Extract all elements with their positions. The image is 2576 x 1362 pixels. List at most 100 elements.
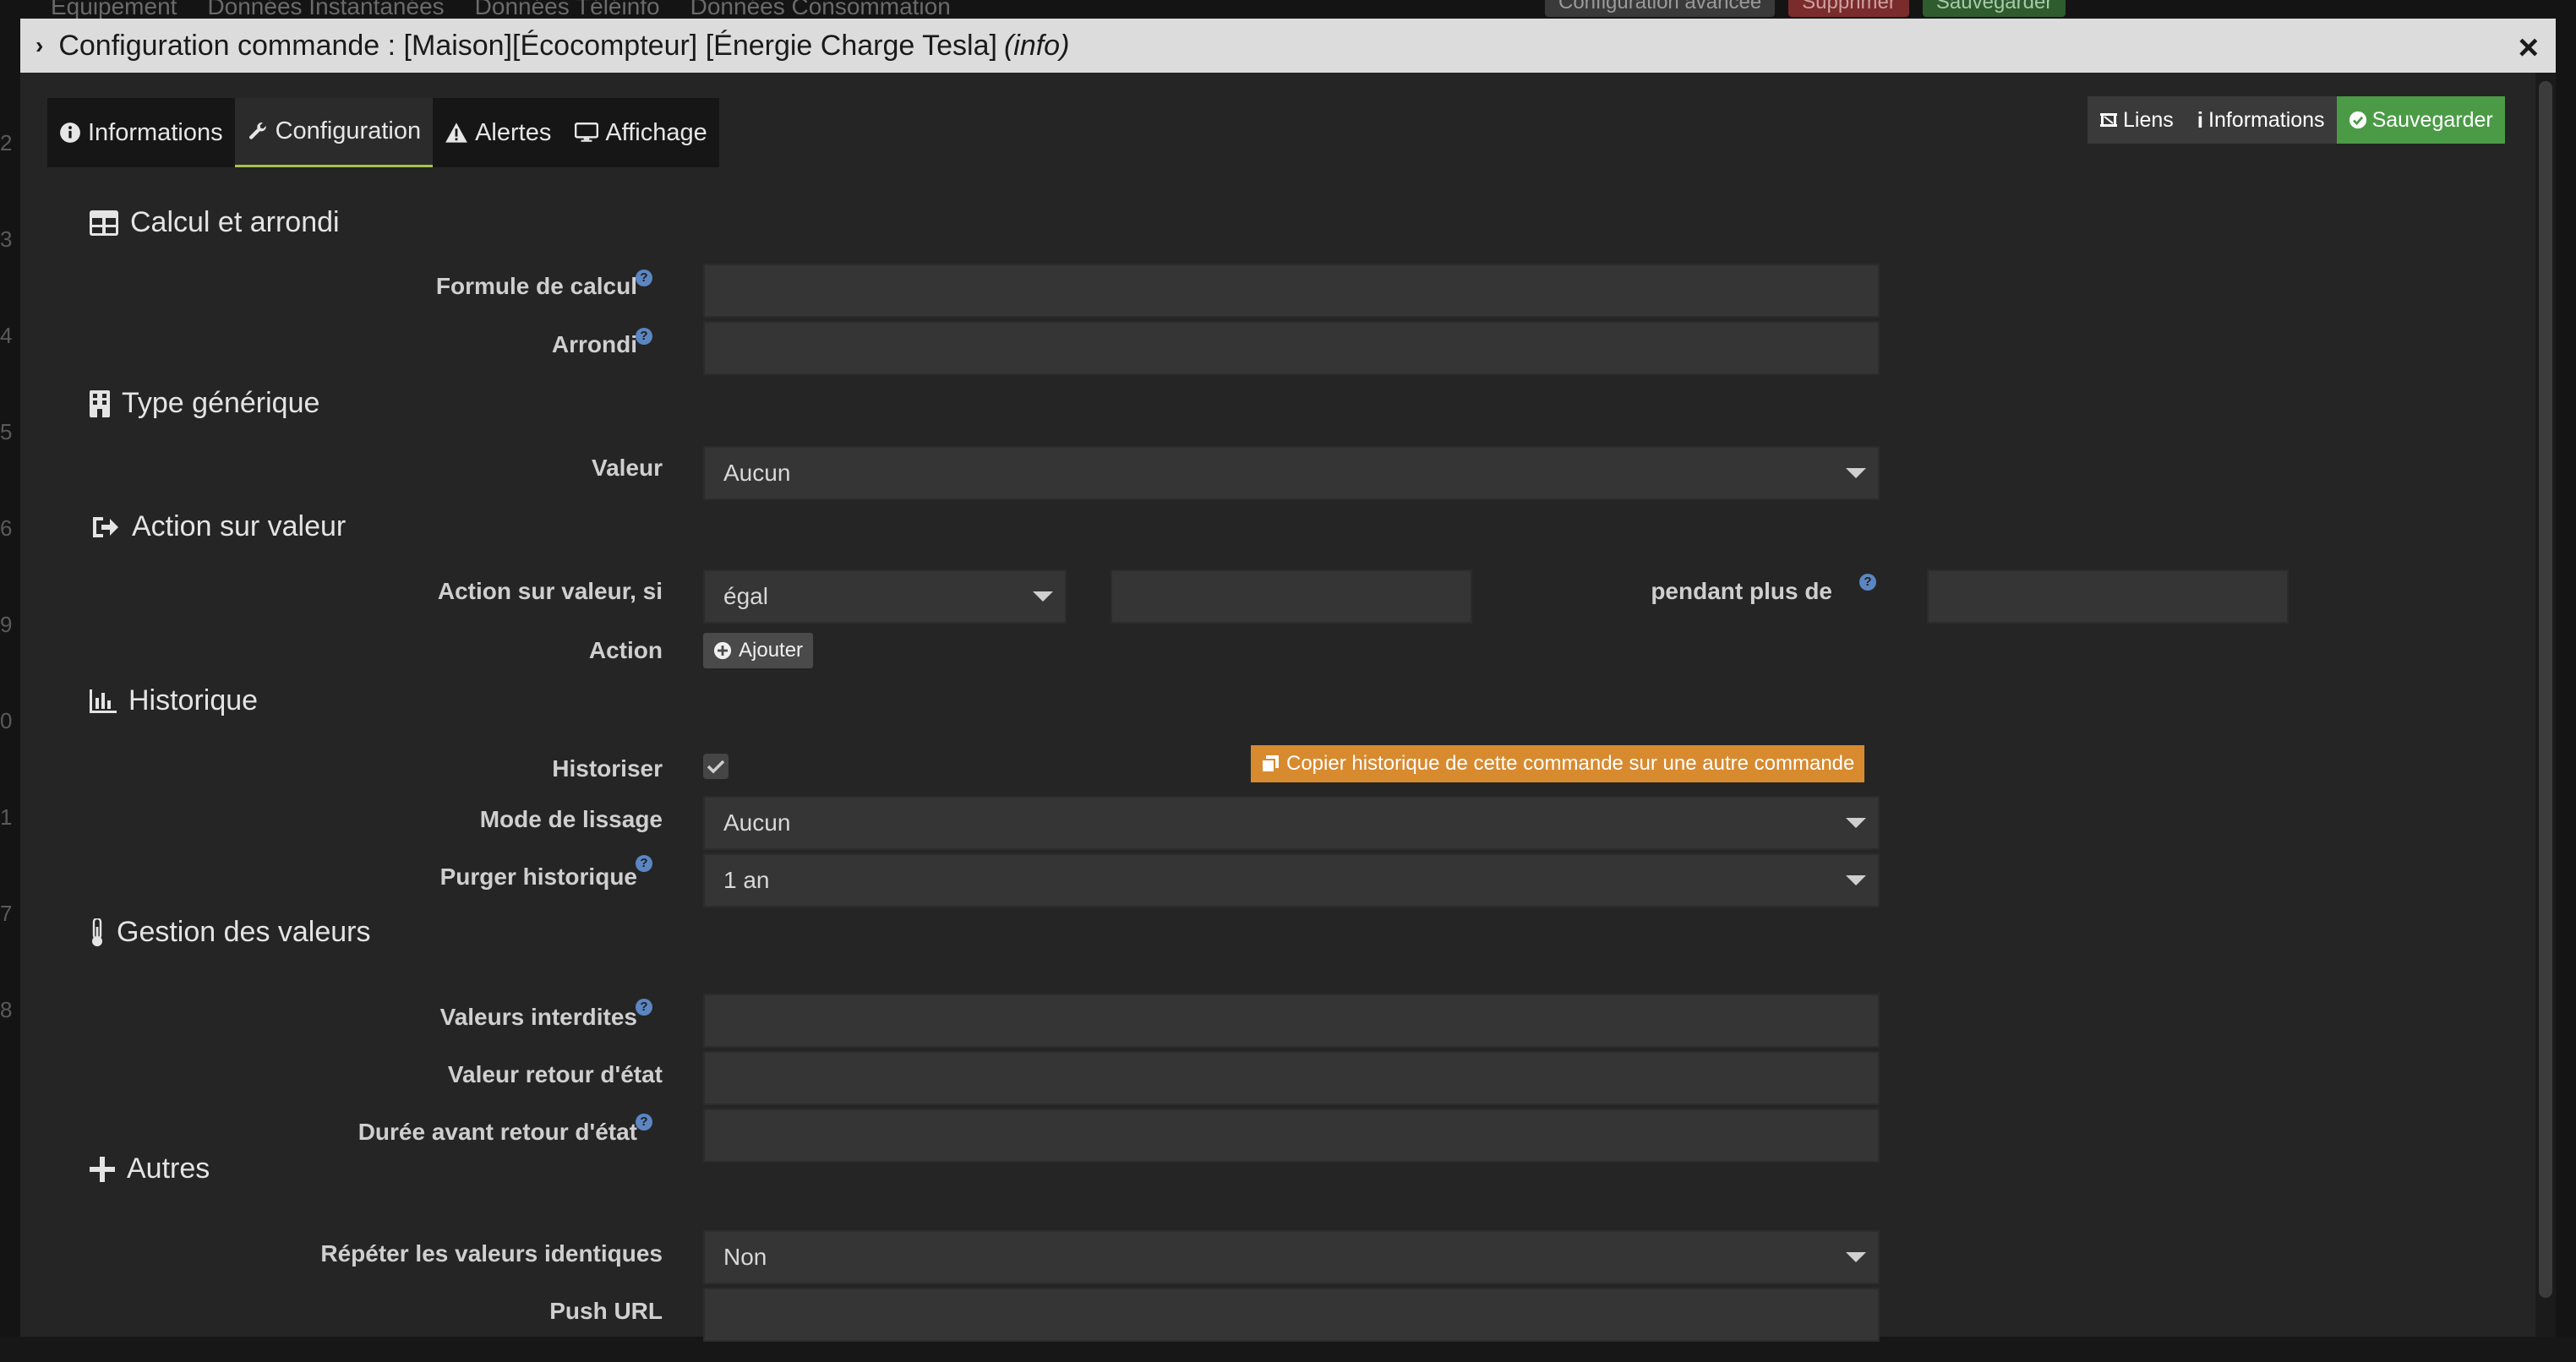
repeat-values-select[interactable]: Non: [703, 1230, 1880, 1284]
modal-title: Configuration commande : [Maison][Écocom…: [58, 29, 997, 62]
links-button[interactable]: Liens: [2088, 96, 2186, 144]
tab-informations[interactable]: Informations: [47, 98, 235, 167]
round-input[interactable]: [703, 321, 1880, 375]
action-label: Action: [588, 637, 663, 663]
info-icon: i: [2197, 106, 2203, 133]
section-title: Gestion des valeurs: [117, 916, 371, 948]
building-icon: [90, 390, 110, 417]
historize-label: Historiser: [552, 755, 663, 782]
section-title: Historique: [128, 684, 259, 716]
tab-label: Affichage: [605, 118, 707, 146]
tab-configuration[interactable]: Configuration: [234, 98, 434, 167]
bar-chart-icon: [90, 689, 117, 713]
smoothing-select[interactable]: Aucun: [703, 796, 1880, 850]
bg-advanced-config-button[interactable]: Configuration avancée: [1545, 0, 1776, 17]
command-config-modal: › Configuration commande : [Maison][Écoc…: [20, 19, 2556, 1342]
generic-value-select[interactable]: Aucun: [703, 446, 1880, 500]
sign-out-icon: [93, 516, 118, 537]
section-title: Autres: [127, 1152, 210, 1185]
purge-label: Purger historique: [439, 864, 637, 890]
return-delay-input[interactable]: [703, 1109, 1880, 1163]
formula-label: Formule de calcul: [435, 273, 637, 299]
generic-value-label: Valeur: [591, 455, 663, 481]
row-number: 7: [0, 901, 13, 926]
info-circle-icon: [60, 123, 80, 143]
desktop-icon: [575, 123, 599, 142]
duration-input[interactable]: [1927, 569, 2289, 624]
row-number: 0: [0, 708, 13, 733]
links-icon: [2100, 113, 2117, 127]
copy-history-button[interactable]: Copier historique de cette commande sur …: [1251, 745, 1865, 782]
section-history: Historique: [90, 684, 258, 717]
copy-history-label: Copier historique de cette commande sur …: [1286, 752, 1855, 775]
chevron-down-icon: [1846, 875, 1866, 885]
modal-title-bar[interactable]: › Configuration commande : [Maison][Écoc…: [20, 19, 2556, 73]
operator-select[interactable]: égal: [703, 569, 1067, 624]
section-title: Type générique: [122, 387, 320, 419]
select-value: Aucun: [723, 460, 791, 486]
help-icon[interactable]: ?: [636, 999, 652, 1016]
state-return-input[interactable]: [703, 1051, 1880, 1105]
round-label: Arrondi: [551, 331, 637, 357]
bg-tab-equipement[interactable]: Équipement: [51, 0, 177, 19]
row-number: 6: [0, 515, 13, 541]
section-value-action: Action sur valeur: [90, 510, 346, 543]
chevron-down-icon: [1846, 1252, 1866, 1262]
select-value: égal: [723, 583, 768, 609]
forbidden-values-input[interactable]: [703, 994, 1880, 1048]
tab-affichage[interactable]: Affichage: [563, 98, 718, 167]
row-number: 9: [0, 612, 13, 637]
select-value: 1 an: [723, 867, 770, 893]
bg-tab-teleinfo[interactable]: Données Téléinfo: [475, 0, 660, 19]
push-url-label: Push URL: [549, 1298, 663, 1324]
help-icon[interactable]: ?: [636, 855, 652, 872]
help-icon[interactable]: ?: [1859, 574, 1876, 591]
repeat-values-label: Répéter les valeurs identiques: [320, 1240, 663, 1267]
bg-save-button[interactable]: Sauvegarder: [1922, 0, 2066, 17]
forbidden-values-label: Valeurs interdites: [439, 1004, 637, 1030]
background-tabs: Équipement Données Instantanées Données …: [51, 0, 951, 19]
row-number: 2: [0, 130, 13, 155]
select-value: Non: [723, 1244, 767, 1270]
formula-input[interactable]: [703, 264, 1880, 318]
purge-select[interactable]: 1 an: [703, 853, 1880, 907]
copy-icon: [1261, 755, 1279, 773]
row-number: 5: [0, 419, 13, 444]
compare-value-input[interactable]: [1111, 569, 1472, 624]
section-title: Action sur valeur: [132, 510, 347, 542]
check-circle-icon: [2349, 111, 2366, 129]
close-icon[interactable]: ×: [2518, 27, 2539, 68]
help-icon[interactable]: ?: [636, 270, 652, 286]
select-value: Aucun: [723, 809, 791, 836]
bg-tab-consommation[interactable]: Données Consommation: [690, 0, 951, 19]
background-actions: Configuration avancée Supprimer Sauvegar…: [1545, 0, 2066, 17]
section-calcul: Calcul et arrondi: [90, 206, 340, 239]
bg-tab-instantanees[interactable]: Données Instantanées: [207, 0, 444, 19]
wrench-icon: [248, 122, 266, 139]
scrollbar-thumb[interactable]: [2539, 81, 2552, 1298]
bg-delete-button[interactable]: Supprimer: [1788, 0, 1909, 17]
config-tabs: Informations Configuration Alertes Affic…: [47, 98, 719, 167]
add-action-button[interactable]: Ajouter: [703, 633, 814, 668]
action-condition-label: Action sur valeur, si: [437, 578, 663, 604]
save-label: Sauvegarder: [2371, 107, 2493, 132]
return-delay-label: Durée avant retour d'état: [357, 1119, 637, 1145]
tab-alertes[interactable]: Alertes: [433, 98, 563, 167]
modal-title-type: (info): [1003, 29, 1070, 62]
state-return-label: Valeur retour d'état: [447, 1061, 663, 1087]
tab-label: Alertes: [475, 118, 552, 146]
informations-button[interactable]: i Informations: [2185, 96, 2337, 144]
plus-icon: [90, 1156, 115, 1182]
table-icon: [90, 210, 118, 236]
help-icon[interactable]: ?: [636, 1114, 652, 1130]
row-number: 4: [0, 323, 13, 348]
save-button[interactable]: Sauvegarder: [2336, 96, 2505, 144]
tab-label: Informations: [88, 118, 223, 146]
add-action-label: Ajouter: [739, 639, 804, 662]
row-number: 1: [0, 804, 13, 830]
push-url-input[interactable]: [703, 1288, 1880, 1342]
chevron-down-icon: [1846, 818, 1866, 828]
help-icon[interactable]: ?: [636, 328, 652, 345]
modal-scrollbar[interactable]: [2535, 73, 2556, 1337]
historize-checkbox[interactable]: [703, 754, 729, 779]
